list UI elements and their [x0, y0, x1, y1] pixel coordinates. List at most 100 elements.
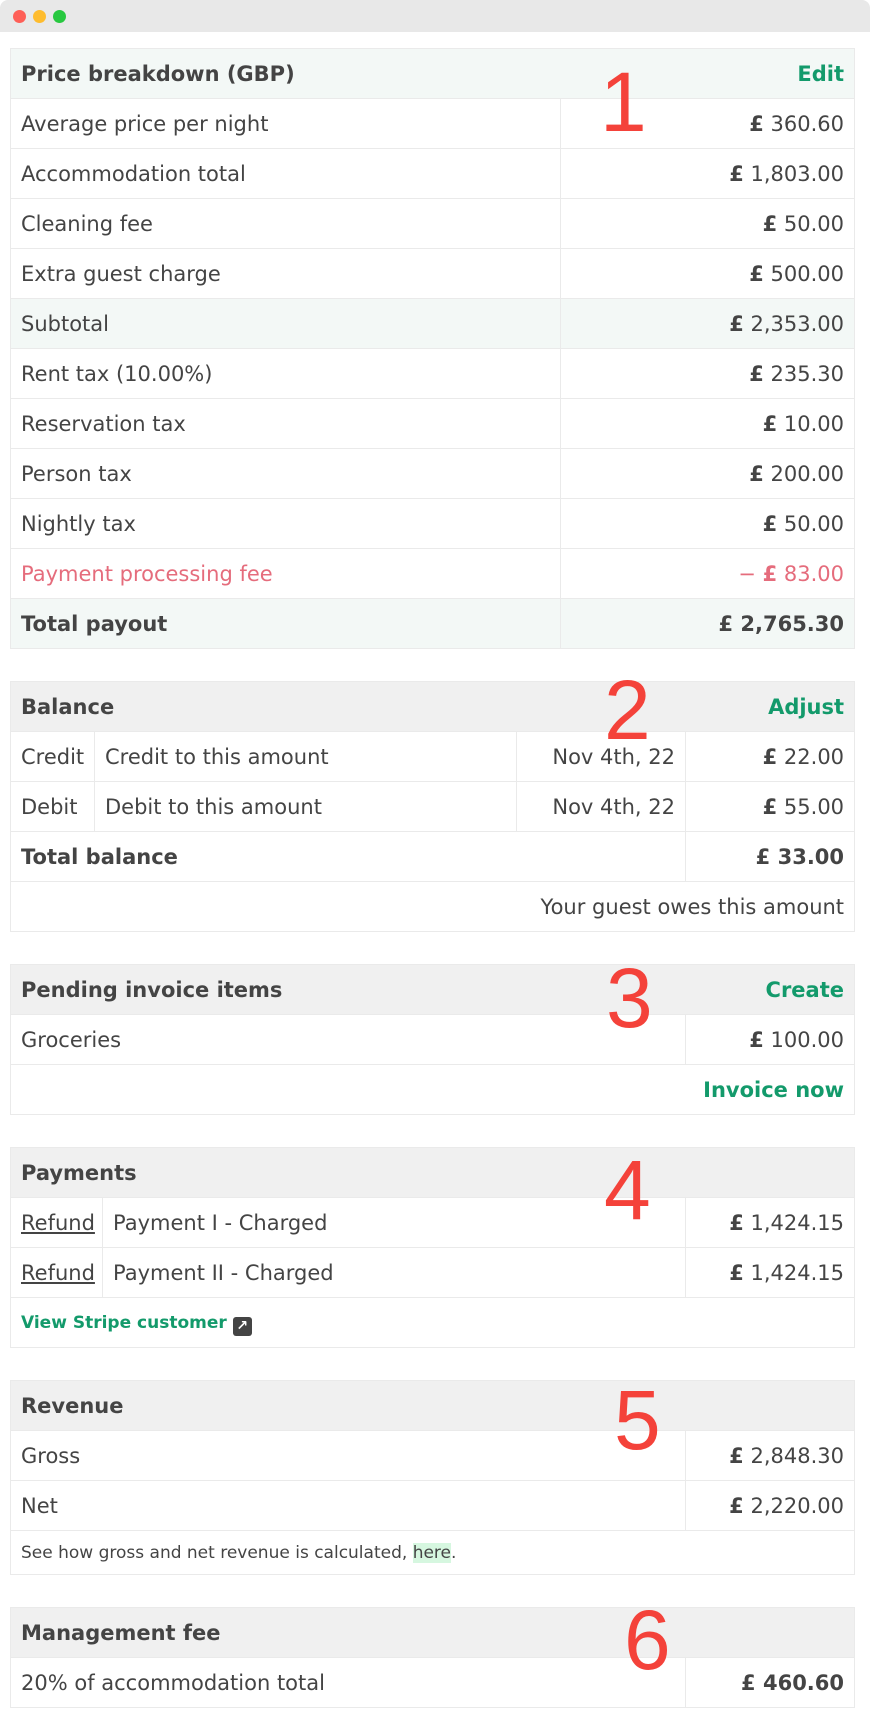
management-fee-amount: £ 460.60 — [684, 1657, 856, 1708]
price-row-amount: £ 1,803.00 — [559, 148, 856, 199]
management-fee-title: Management fee — [9, 1607, 856, 1658]
adjust-balance-button[interactable]: Adjust — [768, 695, 844, 719]
revenue-note: See how gross and net revenue is calcula… — [10, 1530, 855, 1575]
price-row-amount: £ 50.00 — [559, 198, 856, 249]
minimize-window-button[interactable] — [33, 9, 46, 23]
stripe-row: View Stripe customer ↗ — [9, 1297, 856, 1348]
balance-table: Balance Adjust Credit Credit to this amo… — [9, 681, 856, 932]
price-row-label: Person tax — [10, 448, 561, 499]
price-row-label: Average price per night — [10, 98, 561, 149]
payments-header: Payments — [9, 1147, 856, 1198]
price-row-amount: £ 10.00 — [559, 398, 856, 449]
price-row-amount: £ 235.30 — [559, 348, 856, 399]
page-content: Price breakdown (GBP) Edit Average price… — [0, 32, 870, 1708]
amount-value: 2,765.30 — [740, 611, 845, 636]
pound-sign: £ — [729, 1443, 744, 1468]
revenue-header: Revenue — [10, 1380, 855, 1431]
amount-value: 200.00 — [770, 461, 845, 486]
revenue-label: Net — [10, 1480, 686, 1531]
title-bar — [0, 0, 870, 32]
price-row-label: Nightly tax — [10, 498, 561, 549]
management-fee-row: 20% of accommodation total £ 460.60 — [10, 1657, 856, 1708]
price-row-amount: £ 200.00 — [559, 448, 856, 499]
payment-row: Refund Payment I - Charged £ 1,424.15 — [10, 1197, 856, 1248]
balance-date: Nov 4th, 22 — [516, 781, 686, 832]
pound-sign: £ — [749, 261, 764, 286]
price-breakdown-table: Price breakdown (GBP) Edit Average price… — [9, 48, 856, 649]
guest-owes-note: Your guest owes this amount — [9, 881, 856, 932]
pound-sign: £ — [762, 794, 778, 819]
pending-invoice-table: Pending invoice items Create Groceries £… — [10, 964, 855, 1115]
invoice-item-label: Groceries — [10, 1014, 686, 1065]
pound-sign: £ — [762, 511, 778, 536]
price-row: Average price per night £ 360.60 — [10, 98, 856, 149]
pound-sign: £ — [749, 361, 764, 386]
total-payout-row: Total payout £ 2,765.30 — [10, 598, 856, 649]
app-window: Price breakdown (GBP) Edit Average price… — [0, 0, 870, 1734]
price-row: Accommodation total £ 1,803.00 — [10, 148, 856, 199]
balance-title: Balance — [21, 694, 115, 719]
price-row: Reservation tax £ 10.00 — [10, 398, 856, 449]
amount-value: 2,848.30 — [750, 1443, 844, 1468]
price-breakdown-title: Price breakdown (GBP) — [21, 61, 295, 86]
balance-date: Nov 4th, 22 — [516, 731, 686, 782]
external-link-icon: ↗ — [232, 1317, 252, 1336]
price-row: Extra guest charge £ 500.00 — [10, 248, 856, 299]
payment-amount: £ 1,424.15 — [684, 1247, 856, 1298]
amount-value: 10.00 — [783, 411, 845, 436]
payment-processing-fee-row: Payment processing fee − £ 83.00 — [10, 548, 856, 599]
total-balance-amount: £ 33.00 — [684, 831, 856, 882]
revenue-note-row: See how gross and net revenue is calcula… — [10, 1530, 855, 1575]
price-row-label: Accommodation total — [10, 148, 561, 199]
refund-link[interactable]: Refund — [21, 1261, 95, 1285]
invoice-item-row: Groceries £ 100.00 — [10, 1014, 855, 1065]
maximize-window-button[interactable] — [53, 9, 66, 23]
price-row-amount: £ 360.60 — [559, 98, 856, 149]
price-row-label: Total payout — [10, 598, 561, 649]
management-fee-label: 20% of accommodation total — [10, 1657, 686, 1708]
balance-note-row: Your guest owes this amount — [9, 881, 856, 932]
payment-amount: £ 1,424.15 — [684, 1197, 856, 1248]
price-row-amount: − £ 83.00 — [559, 548, 856, 599]
refund-link[interactable]: Refund — [21, 1211, 95, 1235]
negative-sign: − — [738, 561, 756, 586]
management-fee-header: Management fee — [9, 1607, 856, 1658]
create-invoice-item-button[interactable]: Create — [766, 978, 844, 1002]
amount-value: 235.30 — [770, 361, 845, 386]
price-row-label: Payment processing fee — [10, 548, 561, 599]
invoice-item-amount: £ 100.00 — [685, 1014, 855, 1065]
amount-value: 1,424.15 — [750, 1210, 845, 1235]
pound-sign: £ — [749, 111, 764, 136]
pound-sign: £ — [762, 561, 778, 586]
view-stripe-customer-link[interactable]: View Stripe customer ↗ — [21, 1313, 252, 1336]
revenue-here-link[interactable]: here — [412, 1542, 451, 1563]
pound-sign: £ — [762, 211, 778, 236]
close-window-button[interactable] — [13, 9, 26, 23]
amount-value: 50.00 — [783, 211, 845, 236]
amount-value: 360.60 — [770, 111, 845, 136]
edit-price-button[interactable]: Edit — [797, 62, 844, 86]
invoice-now-button[interactable]: Invoice now — [703, 1078, 844, 1102]
amount-value: 22.00 — [783, 744, 845, 769]
price-row-amount: £ 2,765.30 — [559, 598, 856, 649]
price-row: Cleaning fee £ 50.00 — [10, 198, 856, 249]
price-row-label: Subtotal — [10, 298, 561, 349]
revenue-note-suffix: . — [451, 1542, 457, 1563]
balance-amount: £ 22.00 — [684, 731, 856, 782]
pound-sign: £ — [729, 1493, 744, 1518]
pound-sign: £ — [741, 1670, 756, 1695]
pound-sign: £ — [729, 311, 744, 336]
amount-value: 83.00 — [783, 561, 845, 586]
total-balance-row: Total balance £ 33.00 — [10, 831, 856, 882]
view-stripe-customer-label: View Stripe customer — [21, 1313, 227, 1333]
invoice-now-row: Invoice now — [10, 1064, 855, 1115]
price-breakdown-header: Price breakdown (GBP) Edit — [9, 48, 856, 99]
price-row-amount: £ 2,353.00 — [559, 298, 856, 349]
balance-description: Debit to this amount — [94, 781, 517, 832]
pound-sign: £ — [729, 1210, 744, 1235]
amount-value: 500.00 — [770, 261, 845, 286]
price-row: Nightly tax £ 50.00 — [10, 498, 856, 549]
balance-description: Credit to this amount — [94, 731, 517, 782]
price-row: Person tax £ 200.00 — [10, 448, 856, 499]
pending-invoice-title: Pending invoice items — [21, 977, 283, 1002]
